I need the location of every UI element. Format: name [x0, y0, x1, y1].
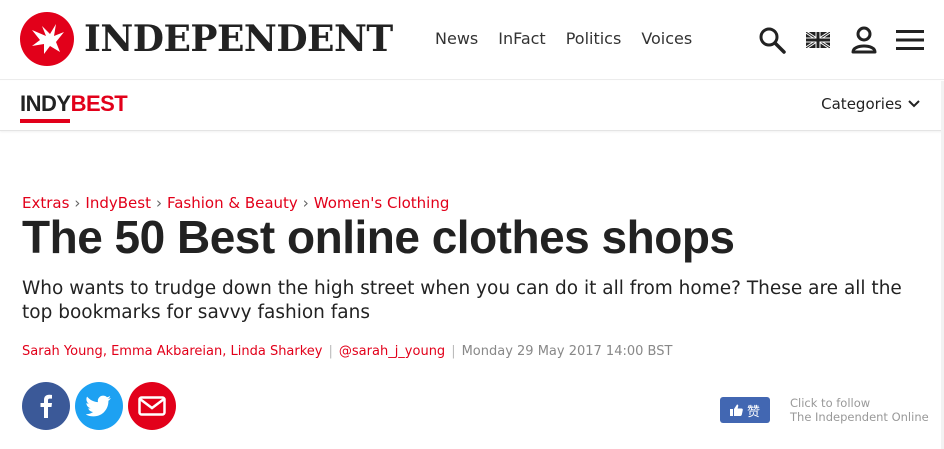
follow-line-2: The Independent Online — [790, 410, 929, 424]
twitter-icon — [86, 395, 111, 417]
menu-icon[interactable] — [894, 24, 926, 56]
categories-dropdown[interactable]: Categories — [821, 95, 920, 113]
byline-divider: | — [328, 344, 333, 359]
follow-line-1: Click to follow — [790, 396, 871, 410]
section-bar: INDYBEST Categories — [0, 81, 944, 131]
indybest-logo-best: BEST — [70, 91, 128, 116]
facebook-share-button[interactable] — [22, 382, 70, 430]
author-separator: , — [222, 344, 231, 359]
nav-infact[interactable]: InFact — [498, 29, 545, 48]
chevron-down-icon — [908, 100, 920, 108]
envelope-icon — [138, 396, 166, 416]
article-standfirst: Who wants to trudge down the high street… — [22, 278, 902, 323]
nav-voices[interactable]: Voices — [641, 29, 692, 48]
facebook-like-button[interactable]: 赞 — [720, 397, 770, 423]
nav-news[interactable]: News — [435, 29, 478, 48]
indybest-underline — [20, 119, 70, 123]
author-link[interactable]: Linda Sharkey — [231, 344, 323, 359]
nav-politics[interactable]: Politics — [566, 29, 622, 48]
uk-flag-icon[interactable] — [802, 24, 834, 56]
eagle-logo-icon — [20, 12, 74, 66]
indybest-logo-indy: INDY — [20, 91, 71, 116]
author-separator: , — [102, 344, 112, 359]
author-link[interactable]: Sarah Young — [22, 344, 103, 359]
email-share-button[interactable] — [128, 382, 176, 430]
logo-wordmark: INDEPENDENT — [84, 18, 393, 60]
byline-divider: | — [451, 344, 456, 359]
main-nav: News InFact Politics Voices — [435, 29, 712, 48]
byline: Sarah Young, Emma Akbareian, Linda Shark… — [22, 344, 672, 359]
twitter-handle-link[interactable]: @sarah_j_young — [339, 344, 445, 359]
user-icon[interactable] — [848, 24, 880, 56]
search-icon[interactable] — [756, 24, 788, 56]
categories-label: Categories — [821, 95, 902, 113]
twitter-share-button[interactable] — [75, 382, 123, 430]
publish-date: Monday 29 May 2017 14:00 BST — [461, 344, 673, 359]
logo[interactable]: INDEPENDENT — [20, 12, 393, 66]
author-link[interactable]: Emma Akbareian — [111, 344, 222, 359]
header-actions — [742, 24, 926, 56]
share-buttons — [22, 382, 181, 430]
facebook-icon — [40, 394, 52, 418]
follow-prompt[interactable]: Click to follow The Independent Online — [790, 396, 929, 424]
like-label: 赞 — [746, 404, 760, 420]
article-title: The 50 Best online clothes shops — [22, 211, 735, 263]
site-header: INDEPENDENT News InFact Politics Voices — [0, 0, 944, 80]
indybest-logo[interactable]: INDYBEST — [20, 91, 128, 117]
thumbs-up-icon — [729, 404, 743, 416]
